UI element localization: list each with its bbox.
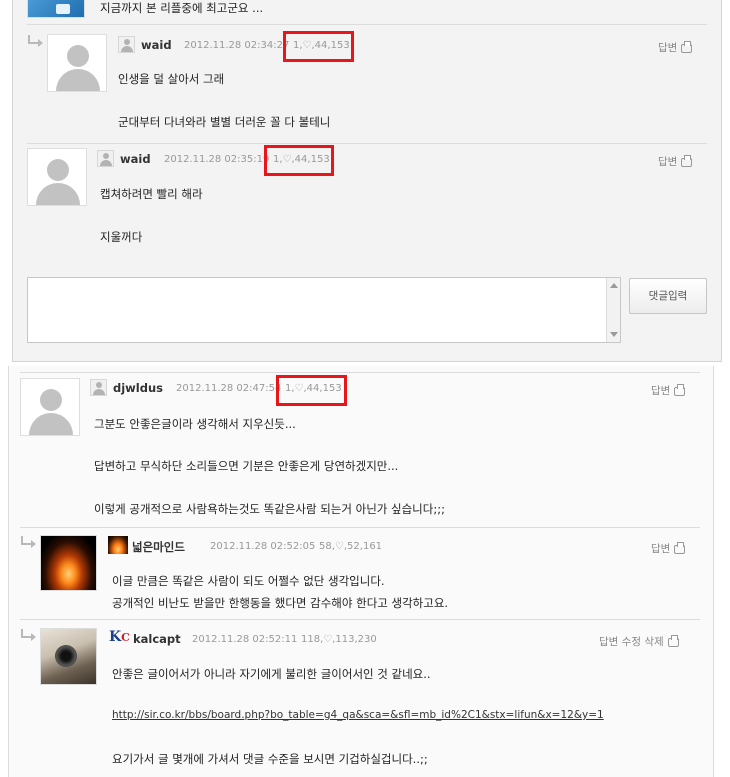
comment-body-line: 안좋은 글이어서가 아니라 자기에게 불리한 글이어서인 것 같네요.. (112, 667, 431, 681)
comment-actions[interactable]: 답변 (658, 40, 693, 55)
comment-body-line: 군대부터 다녀와라 별별 더러운 꼴 다 볼테니 (118, 115, 331, 129)
avatar-campfire-photo (40, 535, 97, 591)
printer-icon[interactable] (681, 154, 693, 167)
divider (20, 372, 700, 373)
divider (27, 24, 707, 25)
comment-author[interactable]: kalcapt (133, 632, 181, 646)
comment-actions[interactable]: 답변 (651, 541, 686, 556)
comment-body-line: 그분도 안좋은글이라 생각해서 지우신듯... (94, 417, 296, 431)
reply-arrow-icon (21, 536, 36, 548)
divider (27, 143, 707, 144)
divider (20, 527, 700, 528)
campfire-icon (108, 536, 128, 554)
comment-timestamp: 2012.11.28 02:47:54 (176, 383, 282, 394)
user-silhouette-icon (47, 34, 107, 92)
comment-body-line: 지울꺼다 (100, 230, 143, 244)
scroll-down-icon[interactable] (610, 332, 618, 337)
comment-timestamp: 2012.11.28 02:52:11 (192, 634, 298, 645)
comment-actions[interactable]: 답변 수정 삭제 (599, 634, 679, 649)
avatar (27, 0, 85, 18)
user-silhouette-icon (20, 378, 80, 436)
reply-link[interactable]: 답변 (651, 543, 670, 555)
comment-timestamp: 2012.11.28 02:35:19 (164, 154, 270, 165)
comment-timestamp: 2012.11.28 02:34:27 (184, 40, 290, 51)
comment-textarea[interactable] (27, 277, 621, 343)
reply-link[interactable]: 답변 (658, 156, 677, 168)
printer-icon[interactable] (674, 541, 686, 554)
comment-action-links[interactable]: 답변 수정 삭제 (599, 636, 664, 648)
scroll-up-icon[interactable] (610, 283, 618, 288)
printer-icon[interactable] (674, 383, 686, 396)
comment-body-line: 이렇게 공개적으로 사람욕하는것도 똑같은사람 되는거 아닌가 싶습니다;;; (94, 502, 445, 516)
comment-body-line: 캡쳐하려면 빨리 해라 (100, 187, 203, 201)
comment-body-line: 인생을 덜 살아서 그래 (118, 72, 225, 86)
kc-team-logo-icon: KC (109, 629, 130, 645)
comment-body-line: 요기가서 글 몇개에 가셔서 댓글 수준을 보시면 기겁하실겁니다..;; (112, 752, 428, 766)
member-score: 58,♡,52,161 (319, 541, 383, 552)
user-silhouette-icon (27, 148, 87, 206)
scrollbar[interactable] (606, 278, 620, 342)
comment-author[interactable]: 넓은마인드 (132, 539, 185, 555)
submit-comment-button[interactable]: 댓글입력 (629, 278, 707, 314)
reply-link[interactable]: 답변 (658, 42, 677, 54)
printer-icon[interactable] (667, 634, 679, 647)
divider (20, 619, 700, 620)
comment-body-line: 지금까지 본 리플중에 최고군요 ... (100, 1, 264, 15)
comment-author[interactable]: djwldus (113, 381, 163, 395)
comment-body-line: 답변하고 무식하단 소리들으면 기분은 안좋은게 당연하겠지만... (94, 459, 399, 473)
comment-author[interactable]: waid (120, 152, 151, 166)
reply-arrow-icon (21, 629, 36, 641)
comment-body-line: 이글 만큼은 똑같은 사람이 되도 어쩔수 없단 생각입니다. (112, 574, 385, 588)
user-icon (90, 379, 107, 396)
comment-body-line: 공개적인 비난도 받을만 한행동을 했다면 감수해야 한다고 생각하고요. (112, 596, 449, 610)
comment-timestamp: 2012.11.28 02:52:05 (210, 541, 316, 552)
member-score: 118,♡,113,230 (301, 634, 377, 645)
member-score: 1,♡,44,153 (273, 154, 330, 165)
comment-actions[interactable]: 답변 (658, 154, 693, 169)
comment-author[interactable]: waid (141, 38, 172, 52)
avatar-camera-photo (40, 628, 97, 685)
member-score: 1,♡,44,153 (293, 40, 350, 51)
comment-actions[interactable]: 답변 (651, 383, 686, 398)
member-score: 1,♡,44,153 (285, 383, 342, 394)
reply-link[interactable]: 답변 (651, 385, 670, 397)
user-icon (97, 150, 114, 167)
board-link[interactable]: http://sir.co.kr/bbs/board.php?bo_table=… (112, 709, 604, 721)
printer-icon[interactable] (681, 40, 693, 53)
reply-arrow-icon (28, 35, 43, 47)
user-icon (118, 36, 135, 53)
